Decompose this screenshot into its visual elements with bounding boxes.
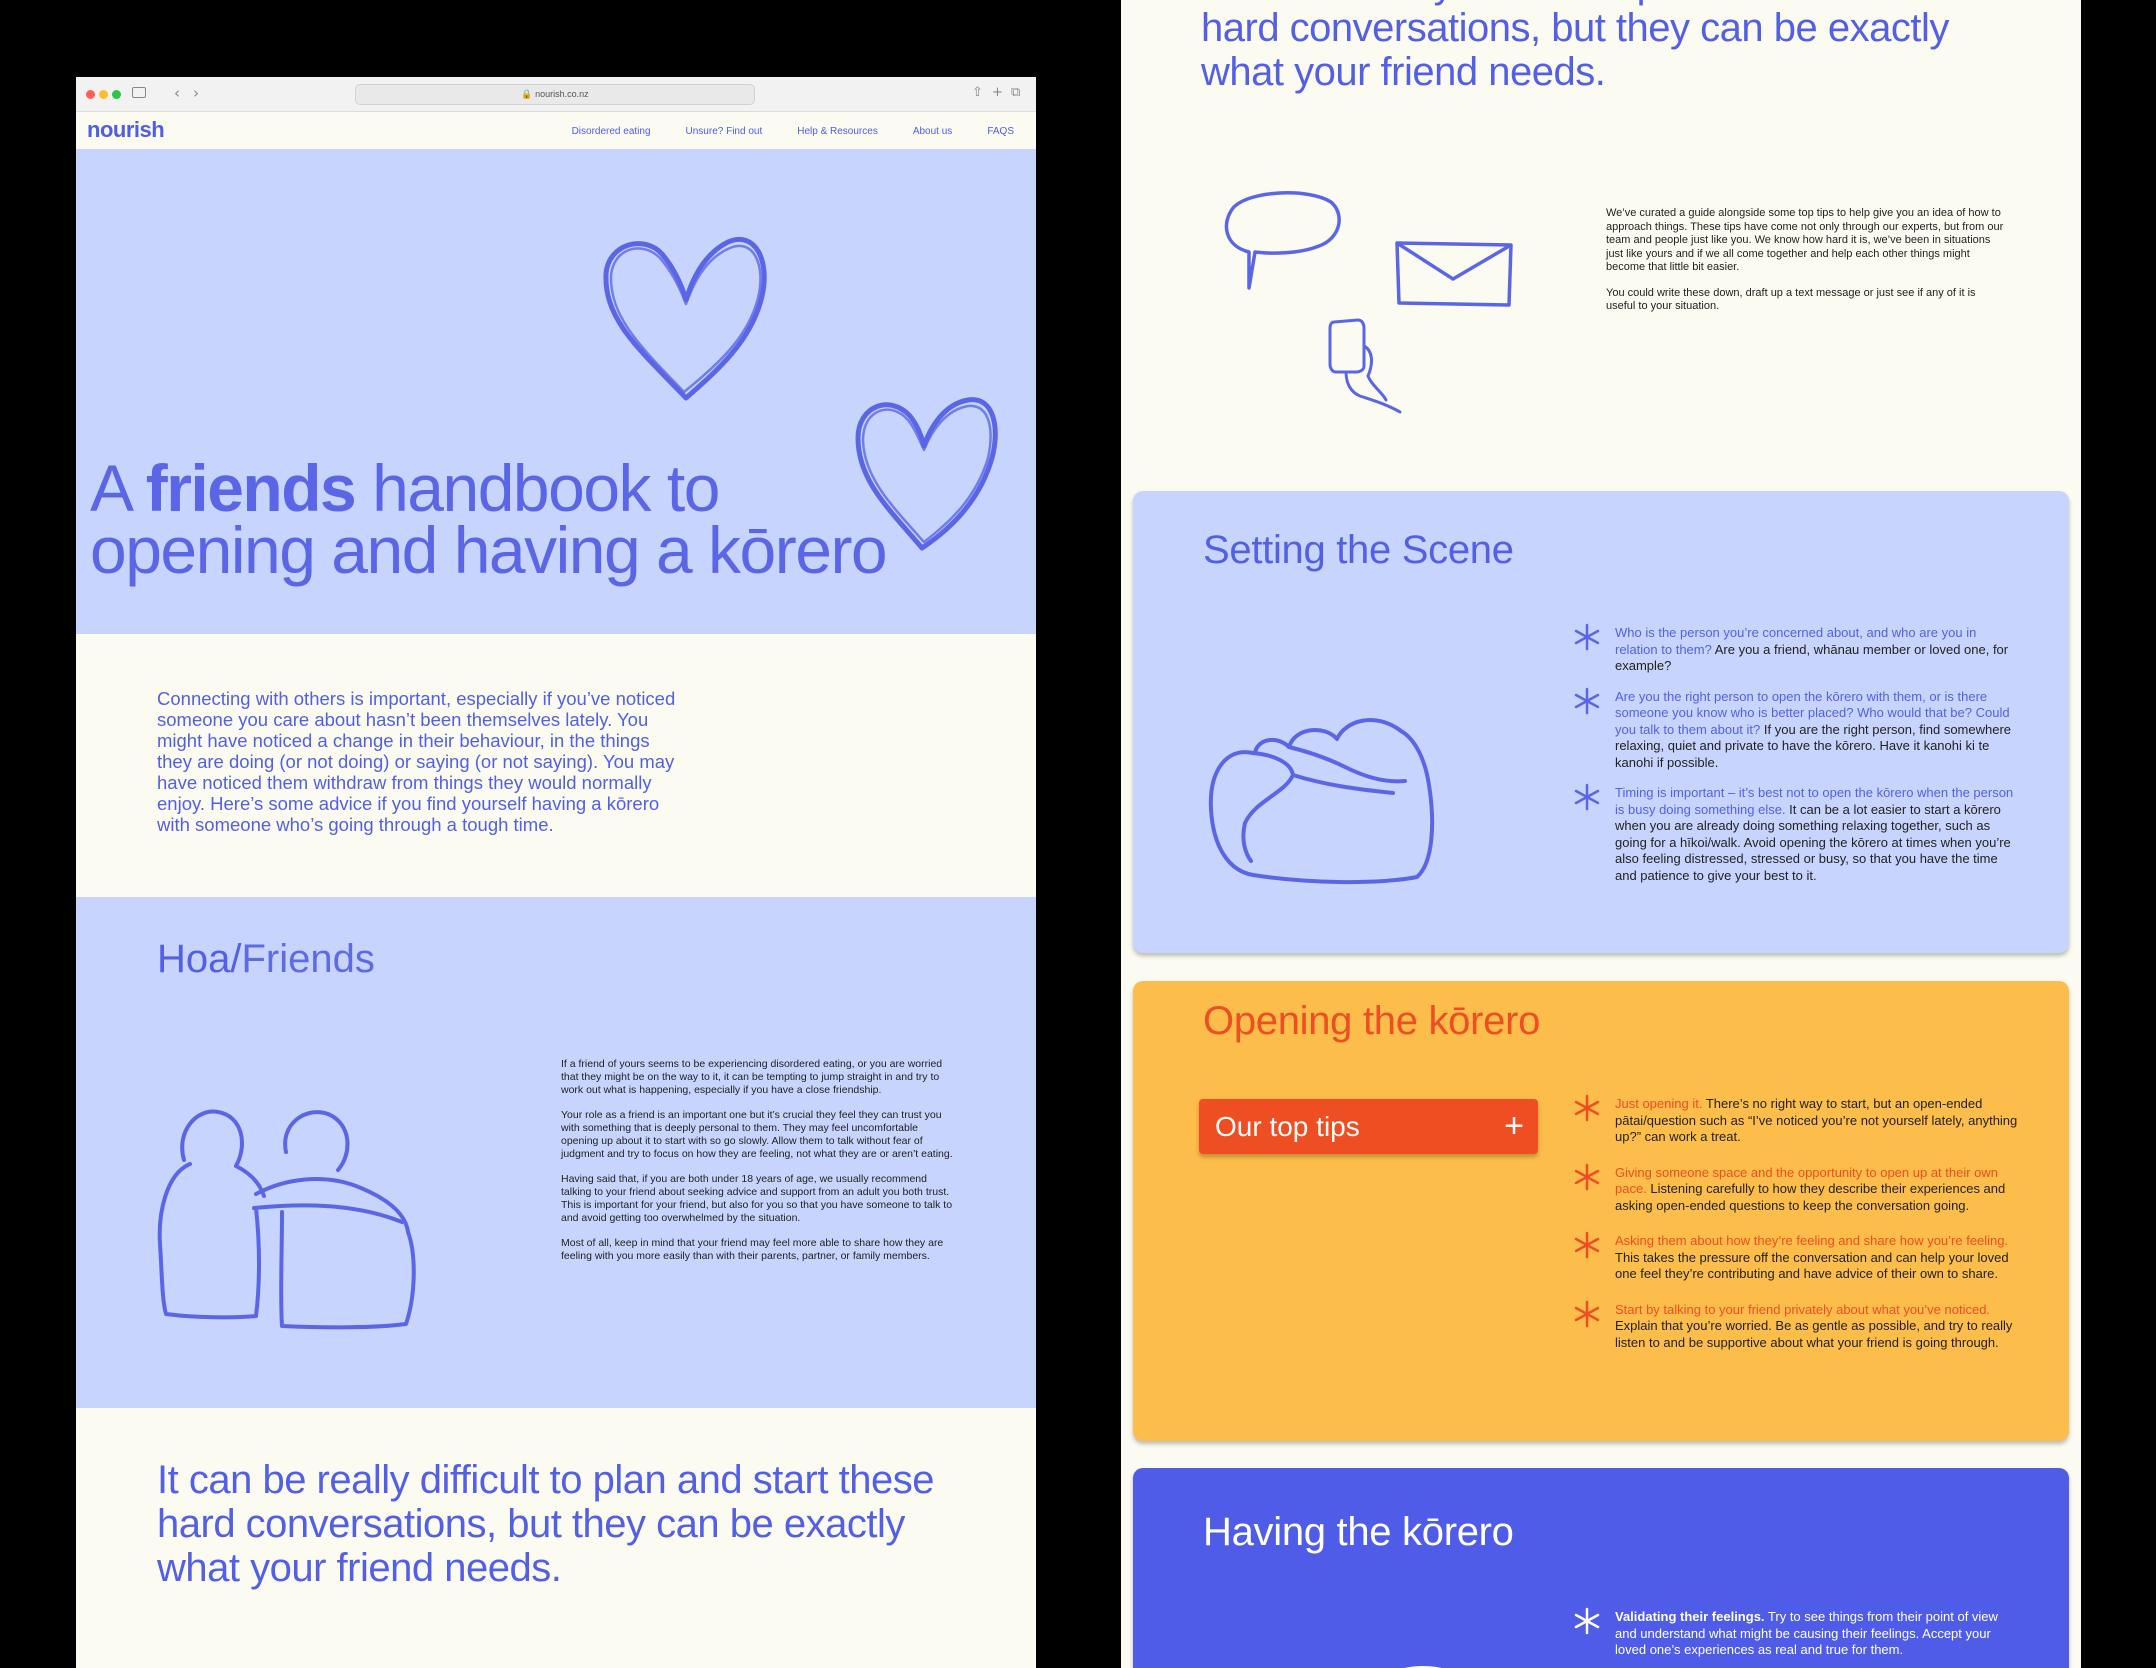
hug-icon: [1208, 717, 1435, 885]
url-text: nourish.co.nz: [535, 89, 589, 99]
tip-item: Are you the right person to open the kōr…: [1571, 687, 2021, 772]
intro-section: Connecting with others is important, esp…: [76, 634, 1036, 897]
plus-icon: +: [1504, 1107, 1524, 1145]
scene-heading: Setting the Scene: [1203, 528, 1514, 572]
top-quote: It can be really difficult to plan and s…: [1201, 0, 1978, 94]
site-logo[interactable]: nourish: [87, 117, 165, 143]
envelope-icon: [1395, 241, 1513, 307]
address-bar[interactable]: 🔒 nourish.co.nz: [355, 84, 755, 105]
opening-tips: Just opening it. There’s no right way to…: [1571, 1094, 2021, 1370]
tip-highlight: Start by talking to your friend privatel…: [1615, 1301, 1991, 1317]
tab-overview-icon[interactable]: ⧉: [1011, 85, 1020, 100]
tip-item: Who is the person you’re concerned about…: [1571, 623, 2021, 675]
intro-text: Connecting with others is important, esp…: [157, 688, 676, 835]
forward-icon[interactable]: ›: [193, 84, 199, 102]
curated-guide-text: We’ve curated a guide alongside some top…: [1606, 207, 2004, 326]
nav-link-disordered-eating[interactable]: Disordered eating: [572, 126, 651, 137]
friends-paragraph: Your role as a friend is an important on…: [561, 1109, 953, 1160]
title-line-2: opening and having a kōrero: [90, 513, 888, 587]
asterisk-icon: [1574, 1300, 1600, 1327]
close-window-button[interactable]: [86, 90, 95, 99]
tip-item: Start by talking to your friend privatel…: [1571, 1300, 2021, 1352]
having-the-korero-card: Having the kōrero Validating their feeli…: [1133, 1468, 2069, 1668]
zoom-window-button[interactable]: [112, 90, 121, 99]
asterisk-icon: [1574, 783, 1600, 811]
share-icon[interactable]: ⇧: [972, 85, 983, 100]
setting-the-scene-card: Setting the Scene Who is the person you’…: [1133, 491, 2069, 953]
tip-item: Timing is important – it’s best not to o…: [1571, 783, 2021, 884]
asterisk-icon: [1574, 1607, 1600, 1635]
minimize-window-button[interactable]: [99, 90, 108, 99]
asterisk-icon: [1574, 1163, 1600, 1190]
asterisk-icon: [1574, 1231, 1600, 1259]
page-title: A friends handbook to opening and having …: [90, 455, 888, 583]
tip-highlight: Just opening it.: [1615, 1096, 1703, 1111]
curated-paragraph: You could write these down, draft up a t…: [1606, 286, 1976, 313]
new-tab-icon[interactable]: +: [992, 85, 1003, 100]
friends-section: Hoa/Friends If a friend of yours seems t…: [76, 897, 1036, 1408]
tip-highlight: Asking them about how they’re feeling an…: [1615, 1233, 2009, 1248]
opening-the-korero-card: Opening the kōrero Our top tips + Just o…: [1133, 981, 2069, 1441]
sidebar-toggle-icon[interactable]: [132, 87, 146, 98]
having-tips: Validating their feelings. Try to see th…: [1571, 1607, 2021, 1668]
speech-bubble-icon: [1224, 191, 1341, 290]
curated-paragraph: We’ve curated a guide alongside some top…: [1606, 207, 2004, 273]
tip-item: Asking them about how they’re feeling an…: [1571, 1231, 2021, 1283]
friends-paragraph: Most of all, keep in mind that your frie…: [561, 1237, 944, 1262]
section-heading-friends: Hoa/Friends: [157, 937, 375, 982]
asterisk-icon: [1574, 687, 1600, 714]
opening-heading: Opening the kōrero: [1203, 999, 1541, 1043]
tip-item: Giving someone space and the opportunity…: [1571, 1163, 2021, 1215]
heading-hoa: Hoa/: [157, 937, 242, 981]
site-header: nourish Disordered eating Unsure? Find o…: [76, 112, 1036, 148]
having-heading: Having the kōrero: [1203, 1510, 1514, 1554]
friends-paragraph: Having said that, if you are both under …: [561, 1173, 953, 1224]
browser-window: ‹ › 🔒 nourish.co.nz ⇧ + ⧉ nourish Disord…: [76, 77, 1036, 1668]
tip-highlight: Validating their feelings.: [1615, 1609, 1765, 1624]
top-tips-button[interactable]: Our top tips +: [1199, 1099, 1538, 1154]
top-tips-label: Our top tips: [1215, 1111, 1360, 1142]
hero-section: A friends handbook to opening and having …: [76, 149, 1036, 634]
tip-text: Listening carefully to how they describe…: [1615, 1181, 2006, 1213]
friends-paragraph: If a friend of yours seems to be experie…: [561, 1058, 943, 1096]
nav-link-faqs[interactable]: FAQS: [987, 126, 1014, 137]
asterisk-icon: [1574, 623, 1600, 651]
scene-tips: Who is the person you’re concerned about…: [1571, 623, 2021, 898]
back-icon[interactable]: ‹: [174, 84, 180, 102]
browser-chrome: ‹ › 🔒 nourish.co.nz ⇧ + ⧉: [76, 77, 1036, 112]
nav-link-about-us[interactable]: About us: [913, 126, 952, 137]
nav-link-help-resources[interactable]: Help & Resources: [797, 126, 878, 137]
tip-text: This takes the pressure off the conversa…: [1615, 1249, 2009, 1282]
friends-hug-icon: [157, 1109, 416, 1330]
friends-body: If a friend of yours seems to be experie…: [561, 1058, 956, 1275]
closing-quote: It can be really difficult to plan and s…: [157, 1458, 934, 1590]
tip-item: Just opening it. There’s no right way to…: [1571, 1094, 2021, 1146]
closing-section: It can be really difficult to plan and s…: [76, 1408, 1036, 1668]
phone-hand-icon: [1328, 318, 1402, 414]
nav-link-unsure[interactable]: Unsure? Find out: [686, 126, 763, 137]
illustration-icon: [1405, 1666, 1441, 1668]
tip-item: Validating their feelings. Try to see th…: [1571, 1607, 2021, 1659]
main-nav: Disordered eating Unsure? Find out Help …: [572, 126, 1014, 137]
page-continuation: It can be really difficult to plan and s…: [1121, 0, 2081, 1668]
heading-friends: Friends: [241, 937, 375, 981]
heart-icon: [603, 237, 767, 401]
tip-text: Explain that you’re worried. Be as gentl…: [1615, 1318, 2013, 1350]
asterisk-icon: [1574, 1094, 1600, 1122]
